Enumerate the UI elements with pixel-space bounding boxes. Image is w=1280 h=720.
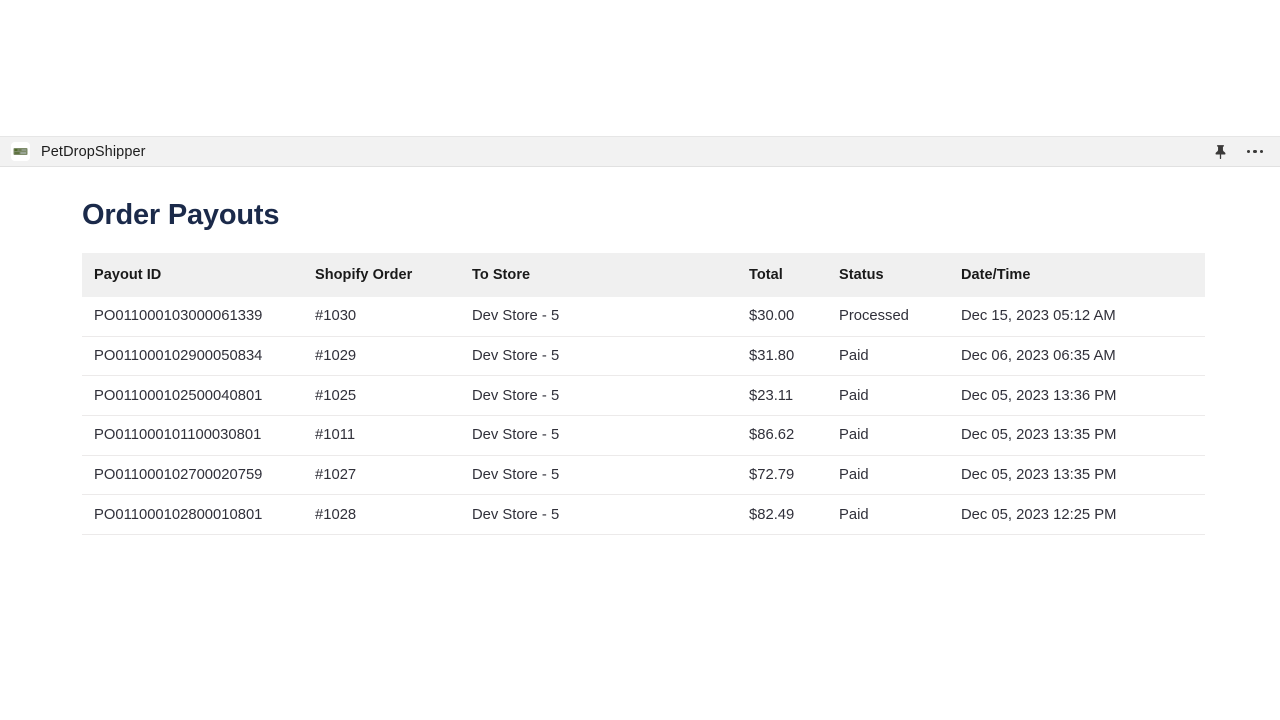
app-bar: PetDropShipper — [0, 136, 1280, 167]
cell-payout-id: PO011000102800010801 — [82, 494, 315, 536]
cell-to-store: Dev Store - 5 — [472, 375, 749, 417]
status-badge: Paid — [839, 415, 961, 456]
cell-to-store: Dev Store - 5 — [472, 455, 749, 496]
cell-total: $31.80 — [749, 336, 839, 377]
table-row[interactable]: PO011000102700020759 #1027 Dev Store - 5 $7… — [82, 455, 1205, 496]
table-row[interactable]: PO011000103000061339 #1030 Dev Store - 5 $3… — [82, 297, 1205, 337]
cell-total: $30.00 — [749, 297, 839, 337]
table-row[interactable]: PO011000102900050834 #1029 Dev Store - 5 $3… — [82, 336, 1205, 377]
cell-to-store: Dev Store - 5 — [472, 415, 749, 456]
page-title: Order Payouts — [82, 199, 280, 231]
table-row[interactable]: PO011000102800010801 #1028 Dev Store - 5 $8… — [82, 494, 1205, 536]
payouts-table-container: Payout ID Shopify Order To Store Total S… — [82, 253, 1205, 536]
more-options-icon[interactable] — [1244, 141, 1266, 163]
cell-shopify-order: #1025 — [315, 375, 472, 417]
column-header-status[interactable]: Status — [839, 253, 961, 297]
cell-date-time: Dec 15, 2023 05:12 AM — [961, 297, 1205, 337]
cell-to-store: Dev Store - 5 — [472, 494, 749, 536]
cell-to-store: Dev Store - 5 — [472, 297, 749, 337]
cell-to-store: Dev Store - 5 — [472, 336, 749, 377]
cell-payout-id: PO011000102500040801 — [82, 375, 315, 417]
cell-total: $82.49 — [749, 494, 839, 536]
table-header-row: Payout ID Shopify Order To Store Total S… — [82, 253, 1205, 297]
order-payouts-table: Payout ID Shopify Order To Store Total S… — [82, 253, 1205, 536]
cell-payout-id: PO011000102700020759 — [82, 455, 315, 496]
cell-shopify-order: #1027 — [315, 455, 472, 496]
cell-date-time: Dec 05, 2023 13:36 PM — [961, 375, 1205, 417]
table-header: Payout ID Shopify Order To Store Total S… — [82, 253, 1205, 297]
cell-date-time: Dec 05, 2023 12:25 PM — [961, 494, 1205, 536]
cell-date-time: Dec 06, 2023 06:35 AM — [961, 336, 1205, 377]
column-header-total[interactable]: Total — [749, 253, 839, 297]
column-header-payout-id[interactable]: Payout ID — [82, 253, 315, 297]
table-row[interactable]: PO011000102500040801 #1025 Dev Store - 5 $2… — [82, 375, 1205, 417]
cell-shopify-order: #1011 — [315, 415, 472, 456]
cell-shopify-order: #1028 — [315, 494, 472, 536]
app-bar-identity: PetDropShipper — [0, 142, 146, 161]
column-header-date-time[interactable]: Date/Time — [961, 253, 1205, 297]
status-badge: Paid — [839, 455, 961, 496]
cell-payout-id: PO011000103000061339 — [82, 297, 315, 337]
main-content: Order Payouts Payout ID Shopify Order To… — [0, 167, 1280, 536]
table-row[interactable]: PO011000101100030801 #1011 Dev Store - 5 $8… — [82, 415, 1205, 456]
column-header-shopify-order[interactable]: Shopify Order — [315, 253, 472, 297]
cell-date-time: Dec 05, 2023 13:35 PM — [961, 415, 1205, 456]
column-header-to-store[interactable]: To Store — [472, 253, 749, 297]
cell-payout-id: PO011000101100030801 — [82, 415, 315, 456]
cell-total: $72.79 — [749, 455, 839, 496]
cell-shopify-order: #1030 — [315, 297, 472, 337]
app-logo-icon — [11, 142, 30, 161]
app-title: PetDropShipper — [41, 143, 146, 160]
cell-payout-id: PO011000102900050834 — [82, 336, 315, 377]
status-badge: Processed — [839, 297, 961, 337]
cell-shopify-order: #1029 — [315, 336, 472, 377]
status-badge: Paid — [839, 494, 961, 536]
pin-icon[interactable] — [1209, 141, 1231, 163]
status-badge: Paid — [839, 336, 961, 377]
ellipsis-glyph — [1246, 149, 1264, 154]
status-badge: Paid — [839, 375, 961, 417]
table-body: PO011000103000061339 #1030 Dev Store - 5 $3… — [82, 297, 1205, 536]
app-bar-actions — [1209, 141, 1280, 163]
page-root: PetDropShipper Order Payouts Payout ID S… — [0, 0, 1280, 720]
cell-date-time: Dec 05, 2023 13:35 PM — [961, 455, 1205, 496]
cell-total: $23.11 — [749, 375, 839, 417]
cell-total: $86.62 — [749, 415, 839, 456]
